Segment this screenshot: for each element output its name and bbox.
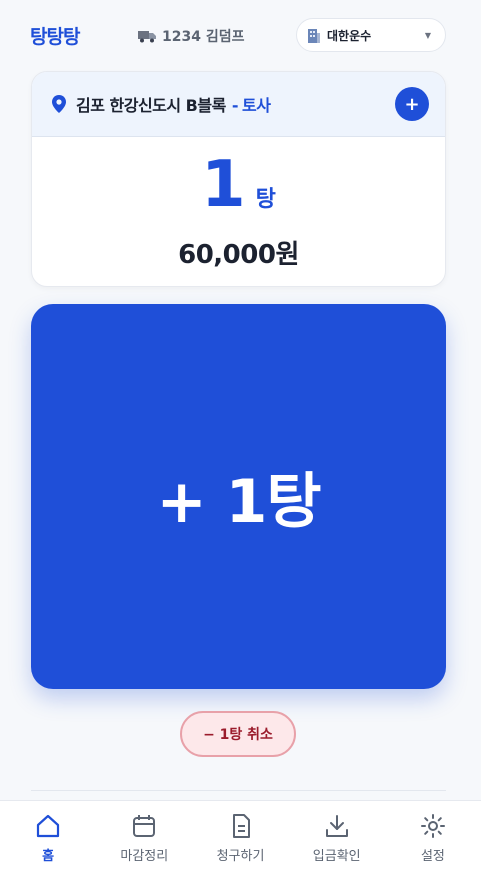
building-icon: [308, 28, 320, 43]
divider: [31, 790, 446, 791]
app-logo: 탕탕탕: [30, 26, 80, 48]
nav-item-billing[interactable]: 청구하기: [192, 801, 288, 878]
vehicle-label: 1234 김덤프: [162, 29, 245, 45]
add-site-button[interactable]: +: [395, 87, 429, 121]
calendar-icon: [133, 815, 156, 837]
cancel-trip-button[interactable]: − 1탕 취소: [180, 711, 296, 757]
site-separator: -: [231, 96, 239, 115]
nav-label-settings: 설정: [420, 849, 445, 864]
trip-count: 1탕: [32, 150, 445, 220]
site-header: 김포 한강신도시 B블록 - 토사 +: [32, 72, 445, 137]
company-name: 대한운수: [327, 28, 372, 43]
trip-count-unit: 탕: [255, 187, 276, 212]
vehicle-info: 1234 김덤프: [138, 26, 244, 46]
add-trip-button[interactable]: + 1탕: [31, 304, 446, 689]
nav-item-closing[interactable]: 마감정리: [96, 801, 192, 878]
nav-item-deposit[interactable]: 입금확인: [289, 801, 385, 878]
nav-item-settings[interactable]: 설정: [385, 801, 481, 878]
site-material: 토사: [241, 96, 271, 115]
chevron-down-icon: ▼: [424, 30, 431, 40]
nav-item-home[interactable]: 홈: [0, 801, 96, 878]
nav-label-deposit: 입금확인: [312, 849, 361, 864]
download-icon: [325, 815, 348, 837]
nav-label-closing: 마감정리: [120, 849, 169, 864]
trip-amount: 60,000원: [178, 240, 299, 270]
gear-icon: [420, 814, 445, 838]
app-header: 탕탕탕 1234 김덤프 대한운수 ▼: [0, 0, 481, 70]
home-icon: [36, 814, 60, 838]
nav-label-billing: 청구하기: [216, 849, 265, 864]
truck-icon: [138, 31, 156, 43]
site-summary-card: 김포 한강신도시 B블록 - 토사 + 1탕 60,000원: [31, 71, 446, 287]
plus-icon: +: [404, 93, 420, 115]
nav-label-home: 홈: [42, 849, 55, 864]
location-pin-icon: [52, 95, 66, 113]
site-name: 김포 한강신도시 B블록: [76, 96, 226, 115]
site-location: 김포 한강신도시 B블록 - 토사: [76, 92, 271, 116]
trip-count-value: 1: [201, 148, 246, 222]
bottom-nav: 홈 마감정리 청구하기 입금확인 설정: [0, 800, 481, 878]
company-select[interactable]: 대한운수 ▼: [296, 18, 446, 52]
document-icon: [232, 814, 250, 838]
